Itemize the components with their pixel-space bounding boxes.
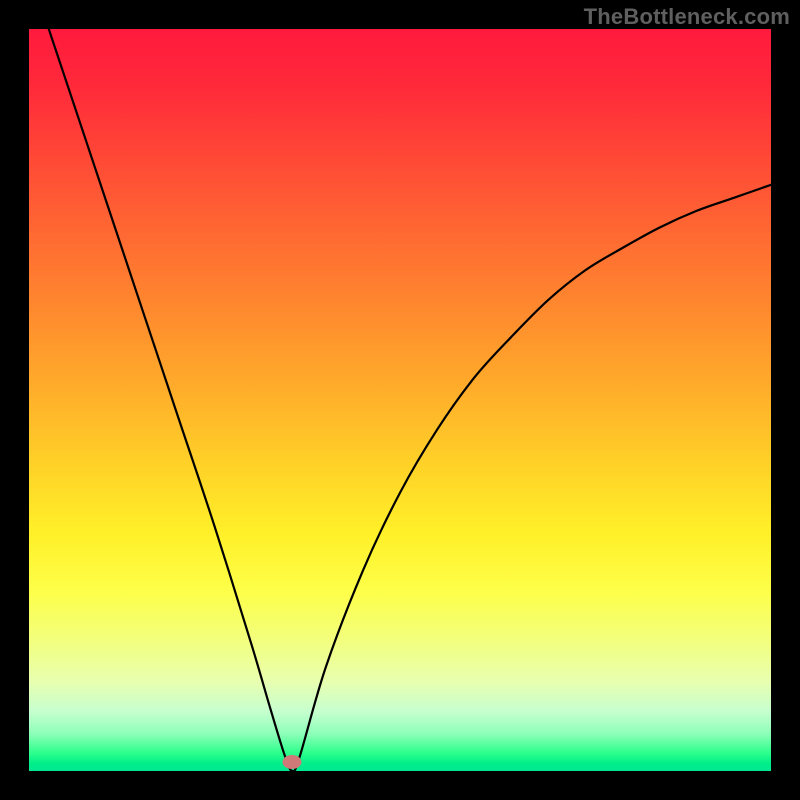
- watermark-text: TheBottleneck.com: [584, 4, 790, 30]
- series-curve: [29, 29, 771, 771]
- plot-area: [29, 29, 771, 771]
- vertex-marker: [283, 755, 302, 769]
- chart-frame: TheBottleneck.com: [0, 0, 800, 800]
- curve-layer: [29, 29, 771, 771]
